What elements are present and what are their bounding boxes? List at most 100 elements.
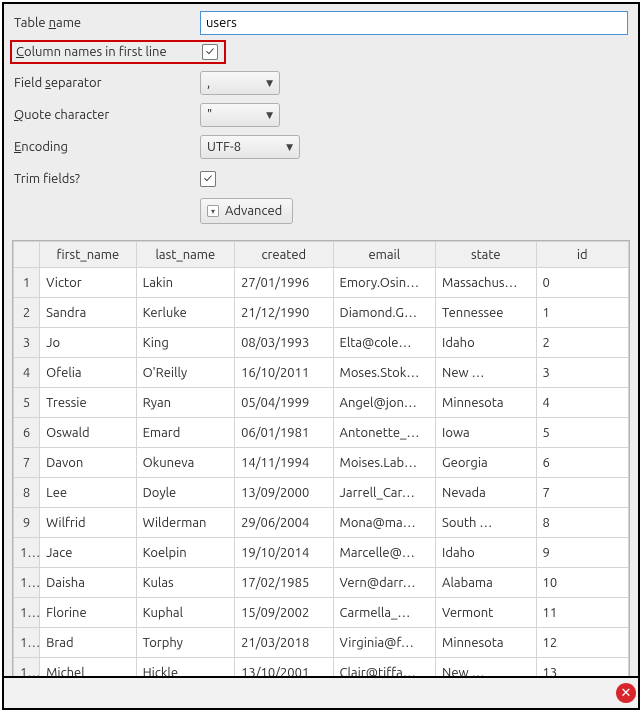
cell-email: Carmella_… bbox=[333, 598, 436, 628]
table-row[interactable]: 2SandraKerluke21/12/1990Diamond.G…Tennes… bbox=[14, 298, 629, 328]
cell-last_name: Emard bbox=[136, 418, 234, 448]
table-row[interactable]: 11DaishaKulas17/02/1985Vern@darr…Alabama… bbox=[14, 568, 629, 598]
cell-first_name: Lee bbox=[40, 478, 136, 508]
cell-state: South … bbox=[436, 508, 536, 538]
cell-first_name: Jace bbox=[40, 538, 136, 568]
quote-character-label: Quote character bbox=[14, 108, 200, 122]
column-header[interactable]: last_name bbox=[136, 242, 234, 268]
preview-table[interactable]: first_name last_name created email state… bbox=[12, 240, 630, 710]
cell-id: 12 bbox=[536, 628, 628, 658]
row-number: 3 bbox=[14, 328, 40, 358]
row-number: 9 bbox=[14, 508, 40, 538]
column-header[interactable]: state bbox=[436, 242, 536, 268]
cell-last_name: Okuneva bbox=[136, 448, 234, 478]
row-number: 10 bbox=[14, 538, 40, 568]
table-row[interactable]: 9WilfridWilderman29/06/2004Mona@ma…South… bbox=[14, 508, 629, 538]
cell-first_name: Victor bbox=[40, 268, 136, 298]
cell-id: 3 bbox=[536, 358, 628, 388]
cell-last_name: Kerluke bbox=[136, 298, 234, 328]
cell-created: 17/02/1985 bbox=[235, 568, 333, 598]
column-header[interactable]: id bbox=[536, 242, 628, 268]
cell-first_name: Oswald bbox=[40, 418, 136, 448]
cell-state: Idaho bbox=[436, 328, 536, 358]
cell-first_name: Brad bbox=[40, 628, 136, 658]
cell-last_name: Torphy bbox=[136, 628, 234, 658]
chevron-down-icon: ▾ bbox=[207, 205, 219, 217]
table-row[interactable]: 12FlorineKuphal15/09/2002Carmella_…Vermo… bbox=[14, 598, 629, 628]
cell-id: 5 bbox=[536, 418, 628, 448]
cell-email: Moises.Lab… bbox=[333, 448, 436, 478]
cell-first_name: Sandra bbox=[40, 298, 136, 328]
cell-created: 05/04/1999 bbox=[235, 388, 333, 418]
column-names-highlight: Column names in first line ✓ bbox=[10, 40, 226, 64]
table-row[interactable]: 4OfeliaO'Reilly16/10/2011Moses.Stok…New … bbox=[14, 358, 629, 388]
trim-fields-checkbox[interactable]: ✓ bbox=[200, 171, 216, 187]
cell-first_name: Ofelia bbox=[40, 358, 136, 388]
cell-last_name: Koelpin bbox=[136, 538, 234, 568]
cell-id: 10 bbox=[536, 568, 628, 598]
column-names-checkbox[interactable]: ✓ bbox=[202, 44, 218, 60]
column-header[interactable]: created bbox=[235, 242, 333, 268]
cell-created: 27/01/1996 bbox=[235, 268, 333, 298]
cell-email: Antonette_… bbox=[333, 418, 436, 448]
cell-state: Alabama bbox=[436, 568, 536, 598]
cell-last_name: King bbox=[136, 328, 234, 358]
column-header[interactable]: first_name bbox=[40, 242, 136, 268]
table-row[interactable]: 7DavonOkuneva14/11/1994Moises.Lab…Georgi… bbox=[14, 448, 629, 478]
chevron-down-icon: ▼ bbox=[286, 142, 293, 153]
chevron-down-icon: ▼ bbox=[266, 110, 273, 121]
cell-created: 14/11/1994 bbox=[235, 448, 333, 478]
cell-id: 1 bbox=[536, 298, 628, 328]
cell-created: 21/12/1990 bbox=[235, 298, 333, 328]
cell-state: New … bbox=[436, 358, 536, 388]
quote-character-combo[interactable]: " ▼ bbox=[200, 103, 280, 127]
encoding-label: Encoding bbox=[14, 140, 200, 154]
trim-fields-label: Trim fields? bbox=[14, 172, 200, 186]
table-row[interactable]: 1VictorLakin27/01/1996Emory.Osin…Massach… bbox=[14, 268, 629, 298]
table-row[interactable]: 13BradTorphy21/03/2018Virginia@f…Minneso… bbox=[14, 628, 629, 658]
cell-last_name: Kulas bbox=[136, 568, 234, 598]
error-icon[interactable]: ✕ bbox=[616, 683, 636, 703]
cell-state: Iowa bbox=[436, 418, 536, 448]
row-number: 2 bbox=[14, 298, 40, 328]
cell-first_name: Florine bbox=[40, 598, 136, 628]
cell-last_name: Lakin bbox=[136, 268, 234, 298]
cell-first_name: Davon bbox=[40, 448, 136, 478]
encoding-combo[interactable]: UTF-8 ▼ bbox=[200, 135, 300, 159]
cell-email: Moses.Stok… bbox=[333, 358, 436, 388]
cell-created: 29/06/2004 bbox=[235, 508, 333, 538]
cell-state: Georgia bbox=[436, 448, 536, 478]
cell-created: 13/09/2000 bbox=[235, 478, 333, 508]
advanced-button[interactable]: ▾ Advanced bbox=[200, 198, 293, 224]
cell-email: Mona@ma… bbox=[333, 508, 436, 538]
column-names-label: Column names in first line bbox=[16, 45, 202, 59]
cell-created: 19/10/2014 bbox=[235, 538, 333, 568]
table-row[interactable]: 6OswaldEmard06/01/1981Antonette_…Iowa5 bbox=[14, 418, 629, 448]
cell-last_name: Doyle bbox=[136, 478, 234, 508]
cell-email: Marcelle@… bbox=[333, 538, 436, 568]
cell-first_name: Daisha bbox=[40, 568, 136, 598]
row-number: 5 bbox=[14, 388, 40, 418]
table-row[interactable]: 5TressieRyan05/04/1999Angel@jon…Minnesot… bbox=[14, 388, 629, 418]
cell-state: Vermont bbox=[436, 598, 536, 628]
table-row[interactable]: 3JoKing08/03/1993Elta@cole…Idaho2 bbox=[14, 328, 629, 358]
field-separator-combo[interactable]: , ▼ bbox=[200, 71, 280, 95]
table-row[interactable]: 8LeeDoyle13/09/2000Jarrell_Car…Nevada7 bbox=[14, 478, 629, 508]
cell-id: 11 bbox=[536, 598, 628, 628]
column-header[interactable]: email bbox=[333, 242, 436, 268]
cell-state: Tennessee bbox=[436, 298, 536, 328]
table-row[interactable]: 10JaceKoelpin19/10/2014Marcelle@…Idaho9 bbox=[14, 538, 629, 568]
table-name-input[interactable] bbox=[200, 11, 628, 35]
cell-first_name: Wilfrid bbox=[40, 508, 136, 538]
cell-id: 7 bbox=[536, 478, 628, 508]
cell-state: Minnesota bbox=[436, 388, 536, 418]
cell-state: Nevada bbox=[436, 478, 536, 508]
row-number: 4 bbox=[14, 358, 40, 388]
cell-state: Minnesota bbox=[436, 628, 536, 658]
cell-email: Virginia@f… bbox=[333, 628, 436, 658]
row-number: 12 bbox=[14, 598, 40, 628]
cell-last_name: Ryan bbox=[136, 388, 234, 418]
cell-email: Vern@darr… bbox=[333, 568, 436, 598]
cell-id: 6 bbox=[536, 448, 628, 478]
row-number: 13 bbox=[14, 628, 40, 658]
